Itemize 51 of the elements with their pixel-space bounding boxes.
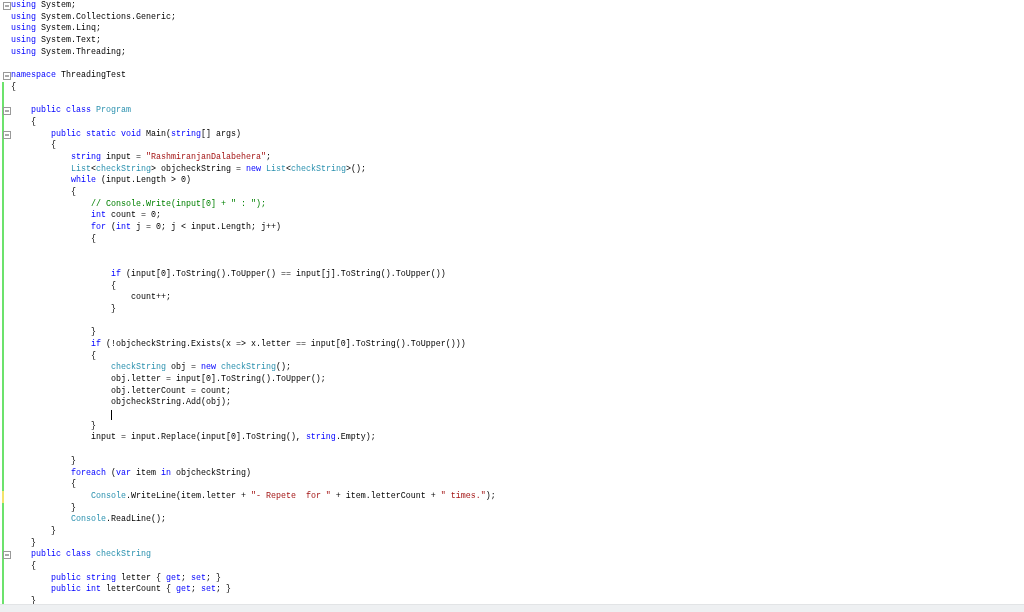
code-line: obj.letterCount = count; [110, 385, 231, 397]
code-line: { [31, 561, 36, 573]
code-line: public static void Main(string[] args) [51, 128, 241, 140]
code-line: { [71, 187, 76, 199]
code-line: public string letter { get; set; } [51, 572, 221, 584]
code-line: using System.Collections.Generic; [11, 11, 176, 23]
code-line: for (int j = 0; j < input.Length; j++) [90, 222, 281, 234]
collapse-icon[interactable] [3, 551, 11, 560]
code-line: // Console.Write(input[0] + " : "); [90, 198, 266, 210]
code-line: using System.Linq; [11, 23, 101, 35]
code-line: { [90, 233, 96, 246]
code-line: if (!objcheckString.Exists(x => x.letter == input[0].ToString().ToUpper())) [90, 338, 466, 351]
code-line: Console.ReadLine(); [71, 514, 166, 526]
code-line: List<checkString> objcheckString = new List<checkString>(); [71, 163, 366, 175]
code-line: } [90, 420, 96, 432]
code-line: } [90, 327, 96, 339]
collapse-icon[interactable] [3, 130, 11, 139]
code-line: } [31, 596, 36, 604]
code-line: foreach (var item in objcheckString) [71, 467, 251, 479]
code-line: { [90, 350, 96, 363]
code-line: } [110, 303, 116, 316]
code-line: } [71, 455, 76, 468]
code-line: string input = "RashmiranjanDalabehera"; [71, 151, 271, 164]
code-line: { [31, 116, 36, 129]
code-line: public class checkString [31, 549, 151, 561]
code-line: { [11, 81, 16, 94]
code-line: public class Program [31, 105, 131, 117]
code-line: { [71, 479, 76, 491]
code-line: count++; [130, 292, 171, 304]
code-line: } [31, 537, 36, 549]
horizontal-scrollbar[interactable] [0, 604, 1024, 612]
collapse-icon[interactable] [3, 2, 11, 10]
collapse-icon[interactable] [3, 72, 11, 81]
code-line: while (input.Length > 0) [71, 175, 191, 187]
code-line: if (input[0].ToString().ToUpper() == input[j].ToString().ToUpper()) [110, 268, 446, 281]
code-line: } [51, 525, 56, 538]
code-line: using System; [11, 0, 76, 12]
code-line: using System.Threading; [11, 46, 126, 59]
code-line: using System.Text; [11, 35, 101, 47]
code-line: } [71, 502, 76, 514]
code-line: checkString obj = new checkString(); [110, 362, 291, 374]
code-line: obj.letter = input[0].ToString().ToUpper(); [110, 374, 326, 386]
code-line: int count = 0; [90, 210, 161, 222]
collapse-icon[interactable] [3, 107, 11, 116]
code-line: { [110, 280, 116, 293]
code-line: objcheckString.Add(obj); [110, 397, 231, 410]
code-line: { [51, 140, 56, 152]
code-line: input = input.Replace(input[0].ToString(), string.Empty); [90, 432, 376, 445]
code-line: namespace ThreadingTest [11, 70, 126, 82]
code-line: public int letterCount { get; set; } [51, 584, 231, 597]
code-line: Console.WriteLine(item.letter + "- Repete for " + item.letterCount + " times."); [90, 490, 496, 503]
